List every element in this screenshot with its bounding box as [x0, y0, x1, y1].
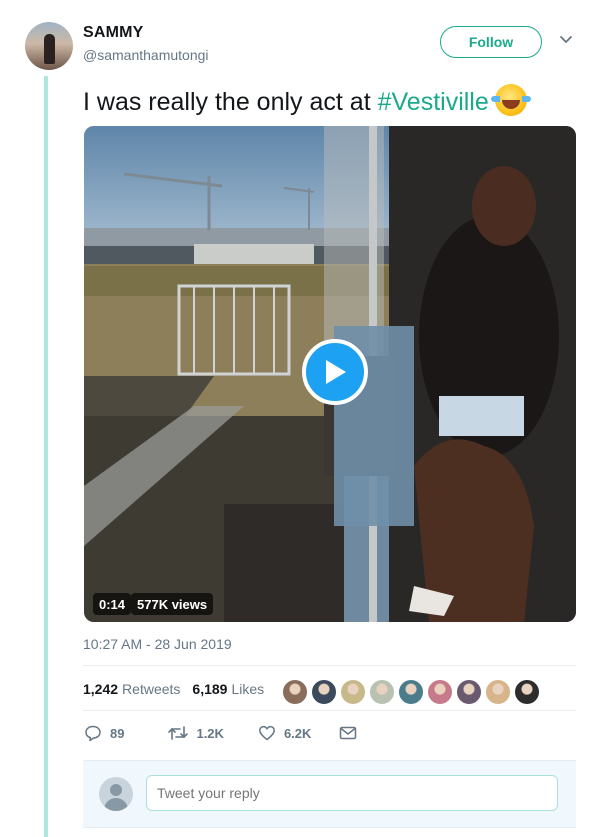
liker-avatar[interactable] [426, 678, 454, 706]
face-with-tears-of-joy-icon [490, 84, 531, 116]
tweet-timestamp[interactable]: 10:27 AM - 28 Jun 2019 [83, 636, 232, 652]
user-name[interactable]: SAMMY [83, 24, 144, 42]
liker-avatar[interactable] [455, 678, 483, 706]
tweet-actions: 89 1.2K 6.2K [84, 724, 389, 742]
play-button[interactable] [302, 339, 368, 405]
liker-avatar[interactable] [484, 678, 512, 706]
retweet-count: 1.2K [196, 725, 224, 741]
retweet-icon [168, 726, 189, 740]
reply-action[interactable]: 89 [84, 724, 124, 742]
reply-input[interactable] [146, 775, 558, 811]
tweet-text: I was really the only act at #Vestiville [83, 84, 531, 118]
tweet-stats: 1,242 Retweets 6,189 Likes [83, 681, 264, 697]
retweets-label[interactable]: Retweets [122, 681, 180, 697]
retweets-count[interactable]: 1,242 [83, 681, 118, 697]
liker-avatar[interactable] [281, 678, 309, 706]
reply-count: 89 [110, 725, 125, 741]
reply-composer [83, 760, 576, 828]
video-player[interactable]: 0:14 577K views [84, 126, 576, 622]
hashtag-link[interactable]: #Vestiville [378, 88, 489, 116]
current-user-avatar [99, 777, 133, 811]
play-icon [326, 360, 346, 384]
likes-label[interactable]: Likes [231, 681, 264, 697]
tweet-body: I was really the only act at [83, 88, 378, 116]
liker-avatar[interactable] [397, 678, 425, 706]
divider [83, 710, 576, 711]
user-avatar[interactable] [25, 22, 73, 70]
retweet-action[interactable]: 1.2K [168, 724, 224, 742]
like-count: 6.2K [283, 725, 312, 741]
follow-button[interactable]: Follow [440, 26, 542, 58]
liker-avatars [281, 678, 542, 706]
heart-icon [258, 725, 275, 741]
direct-message-action[interactable] [339, 725, 365, 741]
user-handle[interactable]: @samanthamutongi [83, 47, 209, 63]
like-action[interactable]: 6.2K [258, 724, 311, 742]
liker-avatar[interactable] [513, 678, 541, 706]
envelope-icon [340, 726, 357, 740]
reply-icon [85, 725, 101, 742]
thread-line [44, 76, 48, 837]
divider [83, 665, 576, 666]
video-view-count: 577K views [131, 593, 214, 615]
chevron-down-icon[interactable] [559, 35, 573, 45]
liker-avatar[interactable] [339, 678, 367, 706]
liker-avatar[interactable] [310, 678, 338, 706]
video-duration: 0:14 [93, 593, 132, 615]
likes-count[interactable]: 6,189 [192, 681, 227, 697]
liker-avatar[interactable] [368, 678, 396, 706]
